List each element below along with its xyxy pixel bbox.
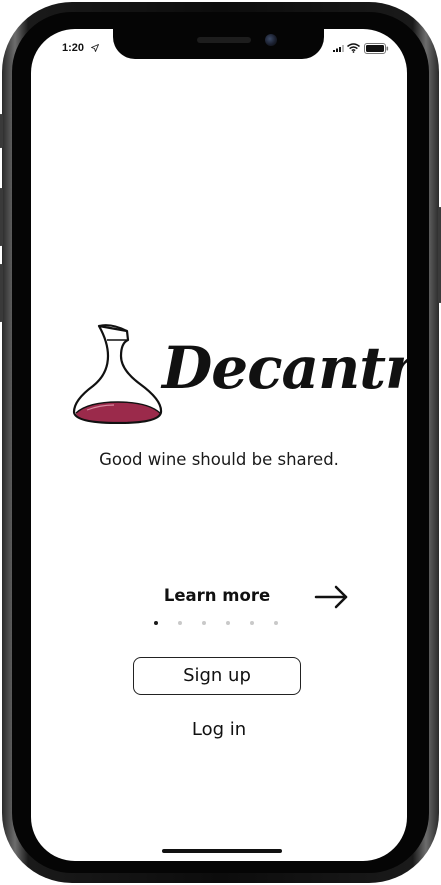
volume-up-button bbox=[0, 188, 3, 246]
volume-down-button bbox=[0, 264, 3, 322]
page-dot[interactable] bbox=[154, 621, 158, 625]
cellular-signal-icon bbox=[333, 45, 344, 52]
location-arrow-icon bbox=[91, 44, 99, 52]
signup-button[interactable]: Sign up bbox=[133, 657, 301, 695]
page-dot[interactable] bbox=[178, 621, 182, 625]
page-dot[interactable] bbox=[274, 621, 278, 625]
page-dot[interactable] bbox=[250, 621, 254, 625]
wifi-icon bbox=[347, 43, 360, 53]
notch bbox=[113, 29, 324, 59]
page-dot[interactable] bbox=[226, 621, 230, 625]
speaker-grille bbox=[197, 37, 251, 43]
home-indicator[interactable] bbox=[162, 849, 282, 853]
status-time: 1:20 bbox=[62, 42, 85, 54]
decanter-icon bbox=[72, 324, 163, 424]
phone-frame: 1:20 Decantr Good wine should be shared.… bbox=[0, 2, 441, 883]
arrow-right-icon[interactable] bbox=[314, 585, 350, 609]
learn-more-link[interactable]: Learn more bbox=[157, 586, 277, 605]
app-logo-text: Decantr bbox=[162, 334, 407, 402]
battery-icon bbox=[364, 43, 389, 54]
page-dot[interactable] bbox=[202, 621, 206, 625]
front-camera bbox=[265, 34, 277, 46]
mute-switch bbox=[0, 114, 3, 148]
app-screen: 1:20 Decantr Good wine should be shared.… bbox=[31, 29, 407, 861]
tagline: Good wine should be shared. bbox=[99, 450, 339, 469]
login-link[interactable]: Log in bbox=[31, 719, 407, 740]
